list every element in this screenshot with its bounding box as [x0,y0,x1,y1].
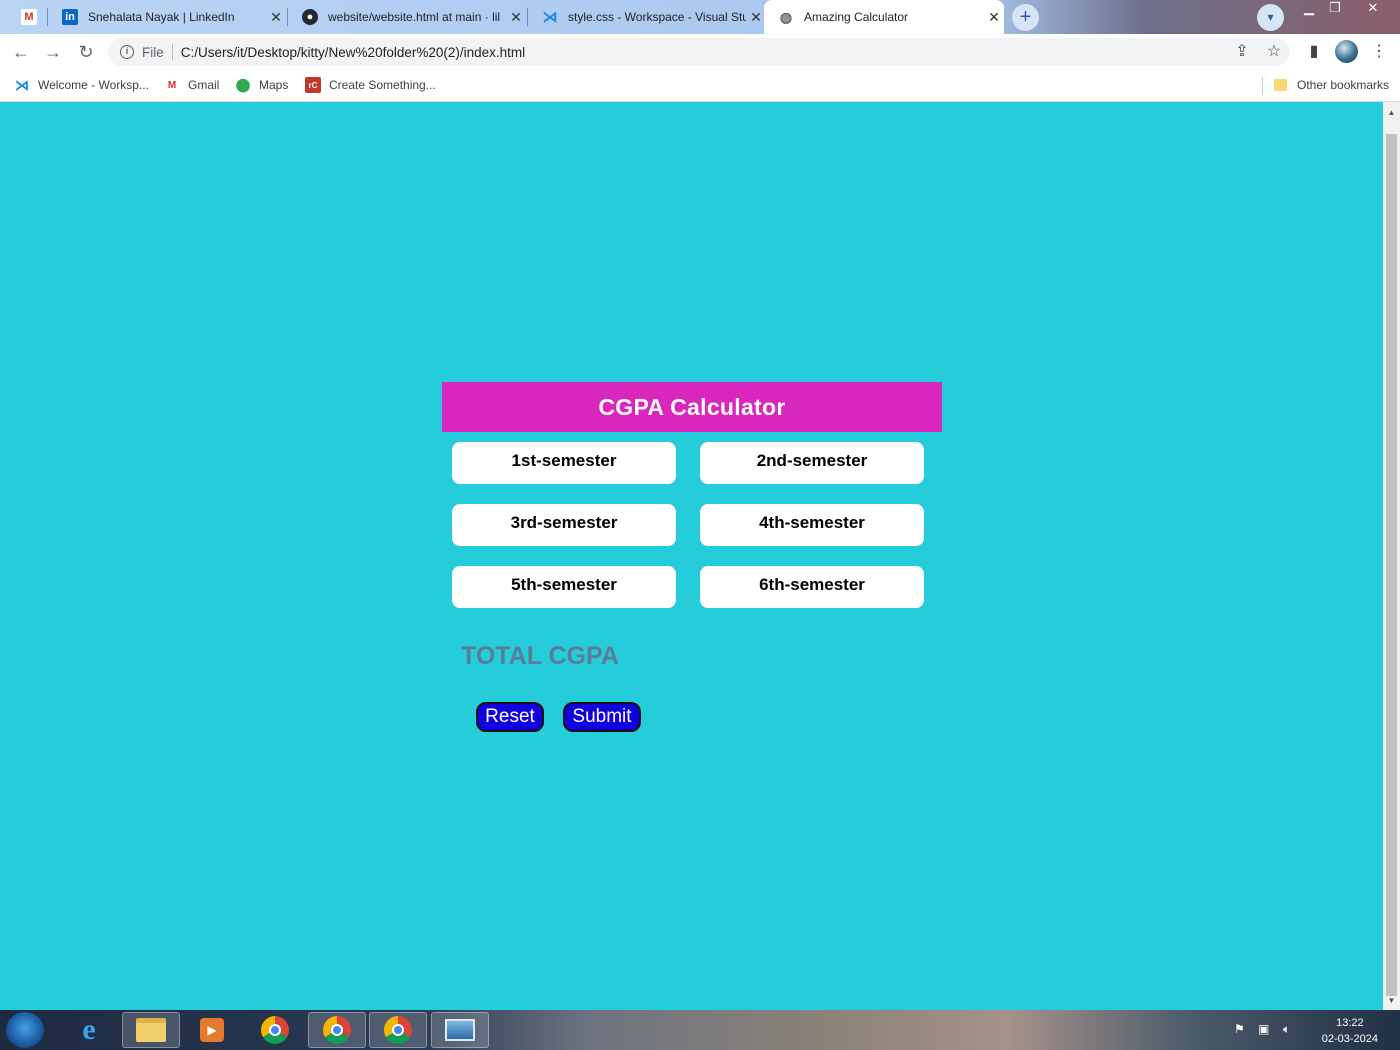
other-bookmarks[interactable]: Other bookmarks [1274,70,1389,100]
profile-avatar[interactable] [1335,40,1358,63]
address-bar[interactable]: i File C:/Users/it/Desktop/kitty/New%20f… [108,38,1290,66]
forward-icon[interactable]: → [41,40,65,64]
chrome-icon[interactable] [246,1012,304,1048]
share-icon[interactable]: ⇪ [1231,41,1253,63]
semester-1-button[interactable]: 1st-semester [452,442,676,484]
github-icon: ● [302,9,318,25]
bookmark-maps[interactable]: ⬤ Maps [235,70,289,100]
minimize-icon[interactable]: ▁ [1296,0,1322,18]
scrollbar-thumb[interactable] [1386,134,1397,996]
system-tray: ⚑ ▣ 🔈︎ 13:22 02-03-2024 [1228,1010,1400,1050]
semester-4-button[interactable]: 4th-semester [700,504,924,546]
side-panel-icon[interactable]: ▮ [1303,41,1325,63]
url-scheme: File [142,44,164,60]
tab-github[interactable]: ● website/website.html at main · lil ✕ [288,0,526,34]
scroll-down-icon[interactable]: ▼ [1383,992,1400,1009]
tab-title: website/website.html at main · lil [328,10,501,24]
bookmark-create[interactable]: rC Create Something... [305,70,436,100]
other-bookmarks-label: Other bookmarks [1297,78,1390,92]
info-icon[interactable]: i [120,45,134,59]
chrome-icon[interactable] [308,1012,366,1048]
url-divider [171,44,173,60]
file-explorer-icon[interactable] [122,1012,180,1048]
volume-icon[interactable]: 🔈︎ [1283,1022,1290,1037]
bookmark-gmail[interactable]: M Gmail [164,70,220,100]
folder-icon [1274,79,1287,91]
bookmarks-bar: ⋊ Welcome - Worksp... M Gmail ⬤ Maps rC … [0,70,1400,102]
calculator-card: CGPA Calculator [442,382,942,432]
start-button[interactable] [6,1012,44,1048]
close-icon[interactable]: ✕ [266,9,286,26]
bookmark-label: Gmail [188,78,220,92]
taskbar: e ▶ ⚑ ▣ 🔈︎ 13:22 02-03-2024 [0,1010,1400,1050]
page-viewport: CGPA Calculator 1st-semester 2nd-semeste… [0,102,1383,1010]
bookmarks-divider [1262,77,1263,95]
image-viewer-icon[interactable] [431,1012,489,1048]
tab-title: Snehalata Nayak | LinkedIn [88,10,235,24]
back-icon[interactable]: ← [9,40,33,64]
close-icon[interactable]: ✕ [746,9,766,26]
url-text[interactable]: C:/Users/it/Desktop/kitty/New%20folder%2… [181,45,525,60]
new-tab-button[interactable]: + [1012,4,1039,31]
chrome-icon[interactable] [369,1012,427,1048]
bookmark-star-icon[interactable]: ☆ [1263,41,1285,63]
semester-3-button[interactable]: 3rd-semester [452,504,676,546]
tab-search-icon[interactable]: ▾ [1257,4,1284,31]
vertical-scrollbar[interactable]: ▲ ▼ [1383,102,1400,1010]
tab-vscode[interactable]: ⋊ style.css - Workspace - Visual Stu ✕ [528,0,766,34]
bookmark-label: Maps [259,78,289,92]
linkedin-icon: in [62,9,78,25]
semester-2-button[interactable]: 2nd-semester [700,442,924,484]
close-icon[interactable]: ✕ [506,9,526,26]
tab-gmail[interactable]: M [8,0,46,34]
semester-5-button[interactable]: 5th-semester [452,566,676,608]
bookmark-label: Create Something... [329,78,436,92]
reset-button[interactable]: Reset [476,702,544,732]
clock-time: 13:22 [1336,1017,1364,1029]
clock-date: 02-03-2024 [1321,1033,1378,1045]
restore-icon[interactable]: ❐ [1322,0,1348,18]
media-player-icon[interactable]: ▶ [183,1012,241,1048]
total-cgpa-label: TOTAL CGPA [461,642,619,670]
vscode-icon: ⋊ [15,76,29,93]
tab-title: Amazing Calculator [804,10,909,24]
internet-explorer-icon[interactable]: e [60,1012,118,1048]
create-icon: rC [305,77,321,93]
close-icon[interactable]: ✕ [984,9,1004,26]
bookmark-label: Welcome - Worksp... [38,78,149,92]
maps-icon: ⬤ [235,77,251,92]
bookmark-welcome[interactable]: ⋊ Welcome - Worksp... [14,70,149,100]
semester-6-button[interactable]: 6th-semester [700,566,924,608]
reload-icon[interactable]: ↻ [74,40,98,64]
clock[interactable]: 13:22 02-03-2024 [1322,1015,1378,1047]
calculator-title: CGPA Calculator [442,382,942,432]
gmail-icon: M [167,79,177,91]
tab-linkedin[interactable]: in Snehalata Nayak | LinkedIn ✕ [48,0,286,34]
tab-strip: M in Snehalata Nayak | LinkedIn ✕ ● webs… [0,0,1400,34]
tab-amazing-calculator[interactable]: ◍ Amazing Calculator ✕ [764,0,1004,34]
submit-button[interactable]: Submit [563,702,641,732]
vscode-icon: ⋊ [542,9,558,26]
scroll-up-icon[interactable]: ▲ [1383,104,1400,121]
tab-title: style.css - Workspace - Visual Stu [568,10,746,24]
menu-icon[interactable]: ⋮ [1368,41,1390,63]
action-center-icon[interactable]: ⚑ [1234,1022,1245,1036]
window-close-icon[interactable]: ✕ [1358,0,1388,18]
gmail-icon: M [21,9,37,25]
network-icon[interactable]: ▣ [1258,1022,1269,1036]
browser-toolbar: ← → ↻ i File C:/Users/it/Desktop/kitty/N… [0,34,1400,70]
globe-icon: ◍ [779,8,793,25]
